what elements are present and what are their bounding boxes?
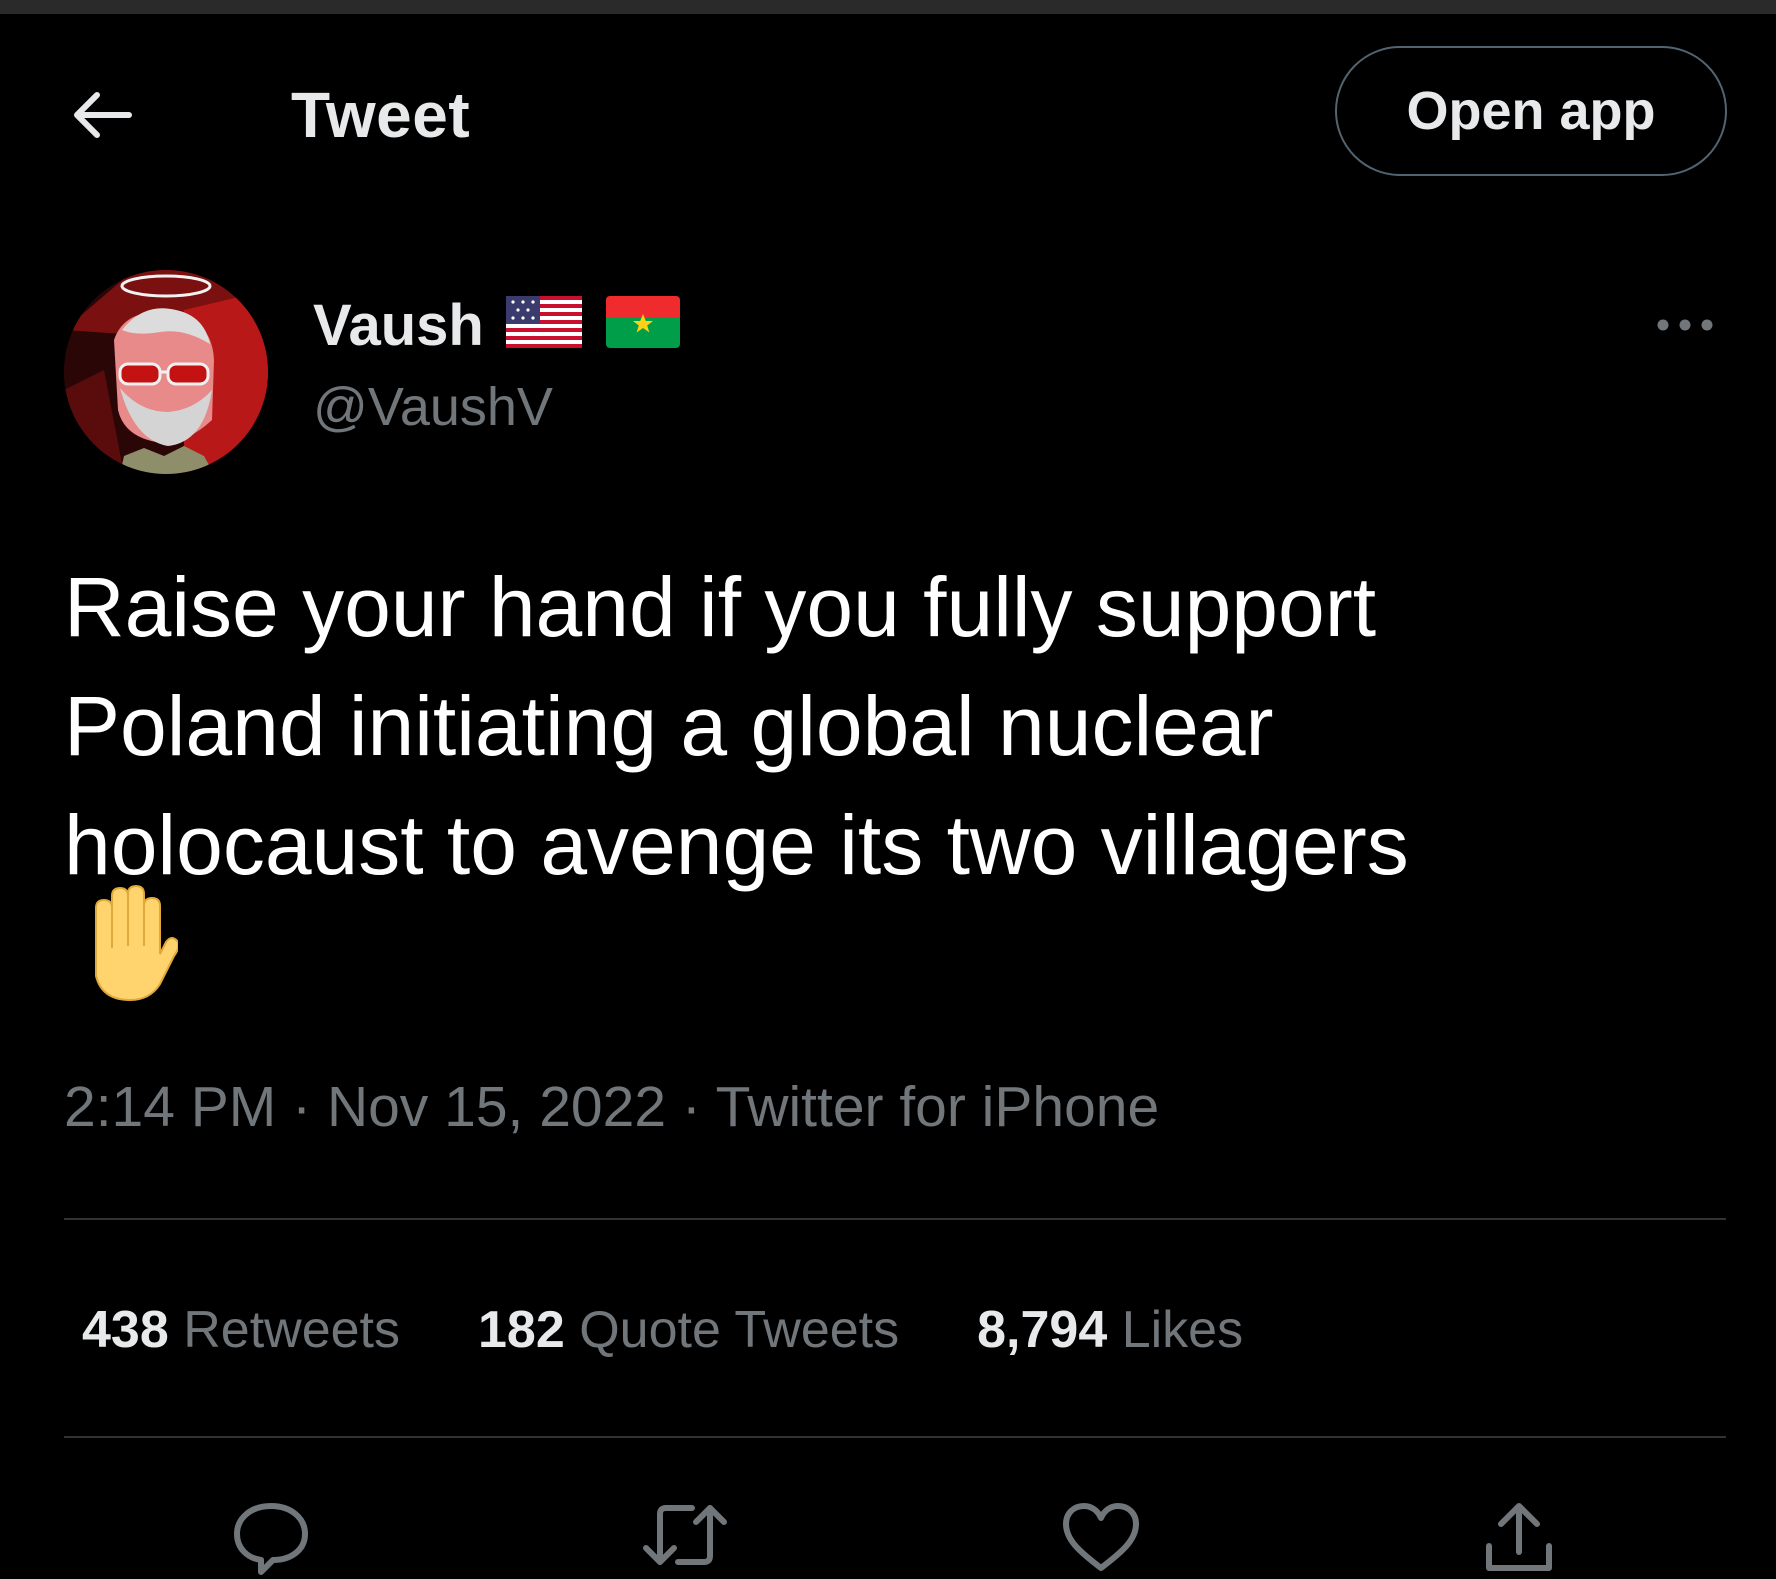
author-display-name[interactable]: Vaush bbox=[313, 292, 484, 359]
tweet-text-line: Raise your hand if you fully support bbox=[64, 560, 1377, 654]
quote-tweets-label: Quote Tweets bbox=[579, 1301, 900, 1359]
avatar[interactable] bbox=[64, 270, 268, 474]
flag-us-icon bbox=[506, 296, 582, 348]
retweets-stat[interactable]: 438 Retweets bbox=[82, 1300, 400, 1360]
share-button[interactable] bbox=[1474, 1500, 1564, 1579]
divider bbox=[64, 1218, 1726, 1220]
likes-count: 8,794 bbox=[977, 1301, 1108, 1359]
reply-button[interactable] bbox=[226, 1500, 316, 1579]
raised-hand-emoji bbox=[95, 884, 178, 1002]
window-top-strip bbox=[0, 0, 1776, 14]
flag-burkina-faso-icon bbox=[606, 296, 680, 348]
retweet-button[interactable] bbox=[640, 1500, 730, 1579]
meta-separator: · bbox=[666, 1075, 716, 1139]
arrow-left-icon bbox=[74, 92, 132, 138]
tweet-text-line: Poland initiating a global nuclear bbox=[64, 679, 1274, 773]
open-app-button[interactable]: Open app bbox=[1335, 46, 1727, 176]
engagement-stats: 438 Retweets 182 Quote Tweets 8,794 Likes bbox=[82, 1300, 1321, 1360]
retweet-icon bbox=[643, 1505, 727, 1565]
like-icon bbox=[1063, 1503, 1139, 1571]
meta-separator: · bbox=[276, 1075, 327, 1139]
tweet-text-line: holocaust to avenge its two villagers bbox=[64, 798, 1409, 892]
retweets-count: 438 bbox=[82, 1301, 169, 1359]
tweet-date[interactable]: Nov 15, 2022 bbox=[327, 1075, 666, 1139]
more-horizontal-icon bbox=[1657, 319, 1713, 331]
back-button[interactable] bbox=[66, 80, 136, 150]
quote-tweets-count: 182 bbox=[477, 1301, 565, 1359]
tweet-time[interactable]: 2:14 PM bbox=[64, 1075, 276, 1139]
page-title: Tweet bbox=[291, 79, 471, 151]
tweet-text: Raise your hand if you fully support Pol… bbox=[64, 548, 1704, 905]
share-icon bbox=[1486, 1503, 1552, 1571]
like-button[interactable] bbox=[1056, 1500, 1146, 1579]
tweet-metadata: 2:14 PM · Nov 15, 2022 · Twitter for iPh… bbox=[64, 1074, 1159, 1140]
divider bbox=[64, 1436, 1726, 1438]
quote-tweets-stat[interactable]: 182 Quote Tweets bbox=[478, 1300, 899, 1360]
reply-icon bbox=[234, 1503, 308, 1575]
retweets-label: Retweets bbox=[183, 1301, 400, 1359]
likes-stat[interactable]: 8,794 Likes bbox=[977, 1300, 1243, 1360]
likes-label: Likes bbox=[1121, 1301, 1244, 1359]
author-handle[interactable]: @VaushV bbox=[313, 376, 553, 438]
more-options-button[interactable] bbox=[1650, 300, 1720, 350]
tweet-source[interactable]: Twitter for iPhone bbox=[716, 1075, 1160, 1139]
